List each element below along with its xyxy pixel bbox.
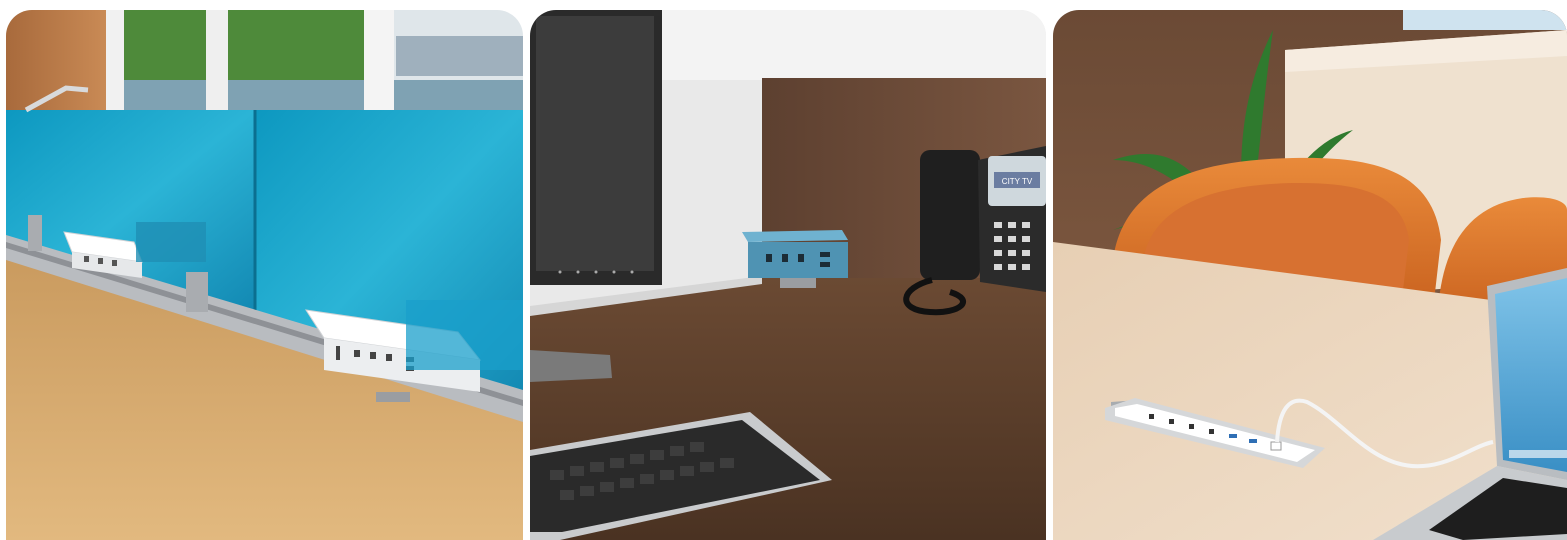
window-mullion <box>206 10 228 120</box>
monitor-stand <box>530 350 612 382</box>
photo-panel-table-grommet <box>1053 10 1567 540</box>
scene-desk-power-unit: CITY TV <box>530 10 1046 540</box>
window-frame <box>106 10 124 120</box>
scene-screen-mounted-power <box>6 10 523 540</box>
distant-building <box>396 36 523 76</box>
screen-bracket <box>186 272 208 312</box>
window-column <box>364 10 394 120</box>
back-monitor <box>1403 10 1567 30</box>
scene-table-grommet <box>1053 10 1567 540</box>
product-photo-strip: CITY TV <box>0 0 1567 540</box>
screen-bracket <box>28 215 42 251</box>
photo-panel-desk-power-unit: CITY TV <box>530 10 1046 540</box>
phone-screen-text: CITY TV <box>1002 177 1033 186</box>
wood-wall <box>6 10 106 120</box>
photo-panel-screen-mounted-power <box>6 10 523 540</box>
